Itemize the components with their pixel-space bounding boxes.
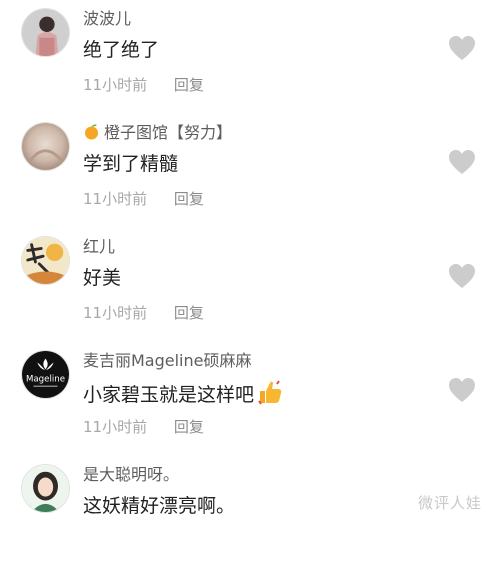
- comment-username[interactable]: 是大聪明呀。: [83, 465, 179, 485]
- comment-username[interactable]: 波波儿: [83, 9, 131, 29]
- comment-meta: 11小时前 回复: [83, 75, 204, 95]
- comment-time: 11小时前: [83, 418, 148, 436]
- comment-item: Mageline 麦吉丽Mageline硕麻麻 小家碧玉就是这样吧 11小时前 …: [0, 342, 493, 456]
- illustrated-woman-avatar: [22, 465, 69, 512]
- comment-text-body: 小家碧玉就是这样吧: [83, 384, 255, 406]
- heart-icon: [449, 36, 475, 60]
- heart-icon: [449, 378, 475, 402]
- watermark: 微评人娃: [418, 494, 483, 512]
- person-photo-avatar: [22, 9, 69, 56]
- blurred-photo-avatar: [22, 123, 69, 170]
- comment-meta: 11小时前 回复: [83, 303, 204, 323]
- orange-emoji-icon: [85, 124, 98, 140]
- user-avatar[interactable]: [21, 464, 70, 513]
- comment-time: 11小时前: [83, 190, 148, 208]
- reply-button[interactable]: 回复: [174, 418, 204, 436]
- user-avatar[interactable]: [21, 236, 70, 285]
- comment-item: 红儿 好美 11小时前 回复: [0, 228, 493, 342]
- calligraphy-avatar: [22, 237, 69, 284]
- user-avatar[interactable]: [21, 122, 70, 171]
- mageline-logo-avatar: Mageline: [22, 351, 69, 398]
- comment-item: 波波儿 绝了绝了 11小时前 回复: [0, 0, 493, 114]
- reply-button[interactable]: 回复: [174, 304, 204, 322]
- comment-text: 绝了绝了: [83, 39, 160, 61]
- like-button[interactable]: [448, 377, 476, 403]
- username-text: 橙子图馆【努力】: [104, 123, 233, 142]
- comment-text: 这妖精好漂亮啊。: [83, 495, 236, 517]
- comment-meta: 11小时前 回复: [83, 417, 204, 437]
- comment-username[interactable]: 橙子图馆【努力】: [83, 123, 232, 143]
- comment-username[interactable]: 麦吉丽Mageline硕麻麻: [83, 351, 252, 371]
- comment-text: 好美: [83, 267, 122, 289]
- comment-username[interactable]: 红儿: [83, 237, 115, 257]
- comment-item: 橙子图馆【努力】 学到了精髓 11小时前 回复: [0, 114, 493, 228]
- reply-button[interactable]: 回复: [174, 76, 204, 94]
- comment-item: 是大聪明呀。 这妖精好漂亮啊。: [0, 456, 493, 570]
- like-button[interactable]: [448, 263, 476, 289]
- reply-button[interactable]: 回复: [174, 190, 204, 208]
- logo-text: Mageline: [26, 375, 65, 385]
- user-avatar[interactable]: Mageline: [21, 350, 70, 399]
- comment-time: 11小时前: [83, 76, 148, 94]
- like-button[interactable]: [448, 149, 476, 175]
- thumbs-up-icon: [258, 380, 282, 405]
- comment-text: 学到了精髓: [83, 153, 179, 175]
- comment-text: 小家碧玉就是这样吧: [83, 379, 283, 408]
- comment-time: 11小时前: [83, 304, 148, 322]
- user-avatar[interactable]: [21, 8, 70, 57]
- heart-icon: [449, 264, 475, 288]
- comment-meta: 11小时前 回复: [83, 189, 204, 209]
- heart-icon: [449, 150, 475, 174]
- like-button[interactable]: [448, 35, 476, 61]
